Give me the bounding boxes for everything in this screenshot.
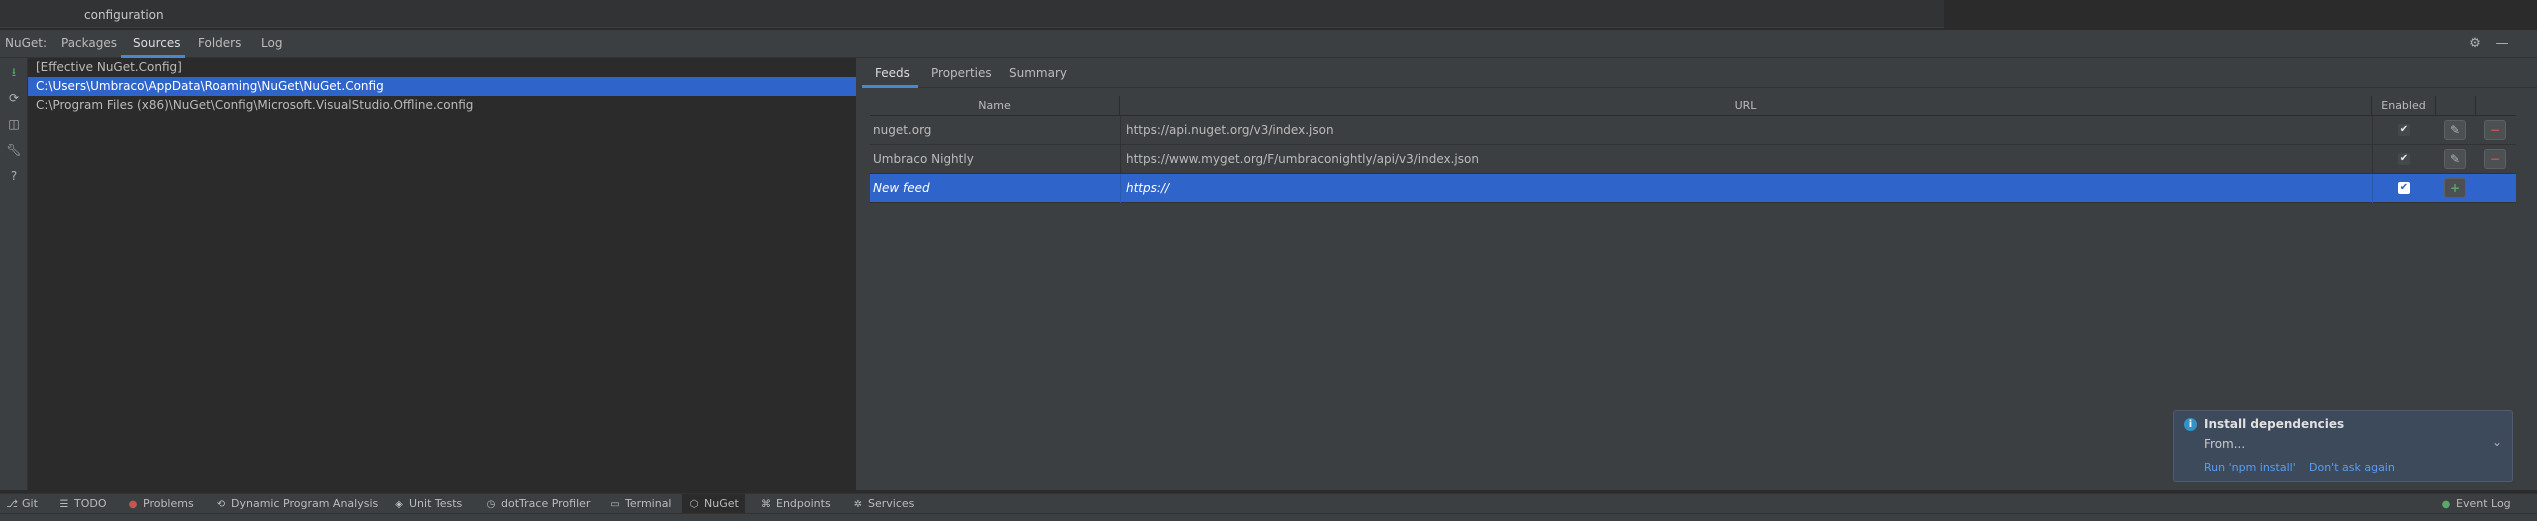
enabled-checkbox[interactable]: ✔ xyxy=(2398,124,2410,136)
remove-feed-button[interactable]: − xyxy=(2484,120,2506,140)
list-item-selected[interactable]: C:\Users\Umbraco\AppData\Roaming\NuGet\N… xyxy=(28,77,856,96)
unit-tests-icon: ◈ xyxy=(395,499,403,510)
feed-url: https://www.myget.org/F/umbraconightly/a… xyxy=(1126,152,1479,166)
list-item[interactable]: C:\Program Files (x86)\NuGet\Config\Micr… xyxy=(28,96,856,115)
toolwindow-git[interactable]: ⎇ Git xyxy=(6,494,38,514)
refresh-icon[interactable]: ⟳ xyxy=(6,90,22,106)
enabled-checkbox[interactable]: ✔ xyxy=(2398,153,2410,165)
dont-ask-again-link[interactable]: Don't ask again xyxy=(2309,461,2395,474)
toolwindow-label: Terminal xyxy=(625,497,672,510)
remove-feed-button[interactable]: − xyxy=(2484,149,2506,169)
tab-log[interactable]: Log xyxy=(261,36,282,50)
edit-feed-button[interactable]: ✎ xyxy=(2444,120,2466,140)
toolwindow-todo[interactable]: ☰ TODO xyxy=(58,494,107,514)
nuget-icon: ⬡ xyxy=(689,499,699,510)
toolwindow-label: Services xyxy=(868,497,915,510)
new-feed-name-input[interactable]: New feed xyxy=(873,174,930,203)
tab-feeds[interactable]: Feeds xyxy=(875,66,910,80)
add-feed-button[interactable]: + xyxy=(2444,178,2466,198)
column-header-enabled[interactable]: Enabled xyxy=(2372,96,2436,116)
chevron-down-icon[interactable]: ⌄ xyxy=(2492,435,2502,449)
tab-summary[interactable]: Summary xyxy=(1009,66,1067,80)
endpoints-icon: ⌘ xyxy=(761,499,771,510)
event-log-icon: ● xyxy=(2441,499,2451,510)
run-npm-install-link[interactable]: Run 'npm install' xyxy=(2204,461,2296,474)
top-right-area xyxy=(1944,0,2537,28)
editor-tab-strip: configuration xyxy=(0,0,2537,28)
column-header-name[interactable]: Name xyxy=(870,96,1120,116)
error-icon: ● xyxy=(128,499,138,510)
editor-tab-label: configuration xyxy=(84,8,164,22)
toolwindow-label: Unit Tests xyxy=(409,497,463,510)
sources-toolbar: ⭳ ⟳ ◫ 🔧︎ ? xyxy=(0,58,28,490)
toolwindow-label: Event Log xyxy=(2456,497,2511,510)
nuget-label: NuGet: xyxy=(5,36,48,50)
toolwindow-dottrace-profiler[interactable]: ◷ dotTrace Profiler xyxy=(485,494,591,514)
info-icon: i xyxy=(2184,418,2197,431)
toolwindow-label: TODO xyxy=(74,497,107,510)
toolwindow-label: Endpoints xyxy=(776,497,831,510)
column-divider xyxy=(2372,174,2373,203)
config-source-list: [Effective NuGet.Config] C:\Users\Umbrac… xyxy=(28,58,856,490)
toolwindow-services[interactable]: ✲ Services xyxy=(852,494,915,514)
toolwindow-dynamic-program-analysis[interactable]: ⟲ Dynamic Program Analysis xyxy=(215,494,378,514)
table-row[interactable]: nuget.org https://api.nuget.org/v3/index… xyxy=(870,116,2516,145)
help-icon[interactable]: ? xyxy=(6,168,22,184)
feed-url: https://api.nuget.org/v3/index.json xyxy=(1126,123,1334,137)
details-tabs: Feeds Properties Summary xyxy=(860,58,2537,88)
notification-title: Install dependencies xyxy=(2204,417,2345,431)
tab-sources[interactable]: Sources xyxy=(133,36,180,50)
tab-packages[interactable]: Packages xyxy=(61,36,117,50)
new-feed-url-input[interactable]: https:// xyxy=(1126,174,1169,203)
wrench-icon[interactable]: 🔧︎ xyxy=(6,142,22,158)
toolwindow-label: Git xyxy=(22,497,38,510)
toolwindow-terminal[interactable]: ▭ Terminal xyxy=(609,494,672,514)
column-divider xyxy=(1120,116,1121,145)
enabled-checkbox[interactable]: ✔ xyxy=(2398,182,2410,194)
git-branch-icon: ⎇ xyxy=(6,499,18,510)
tab-feeds-underline xyxy=(862,85,918,88)
toolwindow-label: NuGet xyxy=(704,497,739,510)
edit-feed-button[interactable]: ✎ xyxy=(2444,149,2466,169)
gear-icon[interactable]: ⚙ xyxy=(2468,37,2482,51)
toolwindow-nuget[interactable]: ⬡ NuGet xyxy=(682,494,745,514)
analysis-icon: ⟲ xyxy=(216,499,226,510)
tab-properties[interactable]: Properties xyxy=(931,66,992,80)
toolwindow-label: dotTrace Profiler xyxy=(501,497,591,510)
column-header-url[interactable]: URL xyxy=(1120,96,2372,116)
status-bar xyxy=(0,513,2537,521)
terminal-icon: ▭ xyxy=(610,499,620,510)
table-row[interactable]: Umbraco Nightly https://www.myget.org/F/… xyxy=(870,145,2516,174)
column-divider xyxy=(1120,145,1121,174)
toolwindow-unit-tests[interactable]: ◈ Unit Tests xyxy=(393,494,462,514)
notification-body: From... xyxy=(2204,437,2246,451)
feed-name: Umbraco Nightly xyxy=(873,152,974,166)
toolwindow-label: Problems xyxy=(143,497,194,510)
column-divider xyxy=(2372,145,2373,174)
column-header-edit xyxy=(2436,96,2476,116)
toolwindow-event-log[interactable]: ● Event Log xyxy=(2440,494,2511,514)
feed-name: nuget.org xyxy=(873,123,932,137)
layout-icon[interactable]: ◫ xyxy=(6,116,22,132)
toolwindow-label: Dynamic Program Analysis xyxy=(231,497,379,510)
editor-tab[interactable]: configuration xyxy=(0,0,1944,28)
download-icon[interactable]: ⭳ xyxy=(6,64,22,80)
minimize-icon[interactable]: — xyxy=(2495,37,2509,51)
toolwindow-problems[interactable]: ● Problems xyxy=(127,494,194,514)
new-feed-row[interactable]: New feed https:// ✔ + xyxy=(870,174,2516,203)
tab-folders[interactable]: Folders xyxy=(198,36,241,50)
column-header-remove xyxy=(2476,96,2516,116)
column-divider xyxy=(1120,174,1121,203)
column-divider xyxy=(2372,116,2373,145)
profiler-icon: ◷ xyxy=(486,499,496,510)
tool-window-bar: ⎇ Git ☰ TODO ● Problems ⟲ Dynamic Program An… xyxy=(0,493,2537,514)
toolwindow-endpoints[interactable]: ⌘ Endpoints xyxy=(760,494,831,514)
install-dependencies-notification: i Install dependencies From... ⌄ Run 'np… xyxy=(2173,410,2513,482)
services-icon: ✲ xyxy=(853,499,863,510)
list-item[interactable]: [Effective NuGet.Config] xyxy=(28,58,856,77)
nuget-toolwindow-header: NuGet: Packages Sources Folders Log ⚙ — xyxy=(0,30,2537,58)
list-icon: ☰ xyxy=(59,499,69,510)
